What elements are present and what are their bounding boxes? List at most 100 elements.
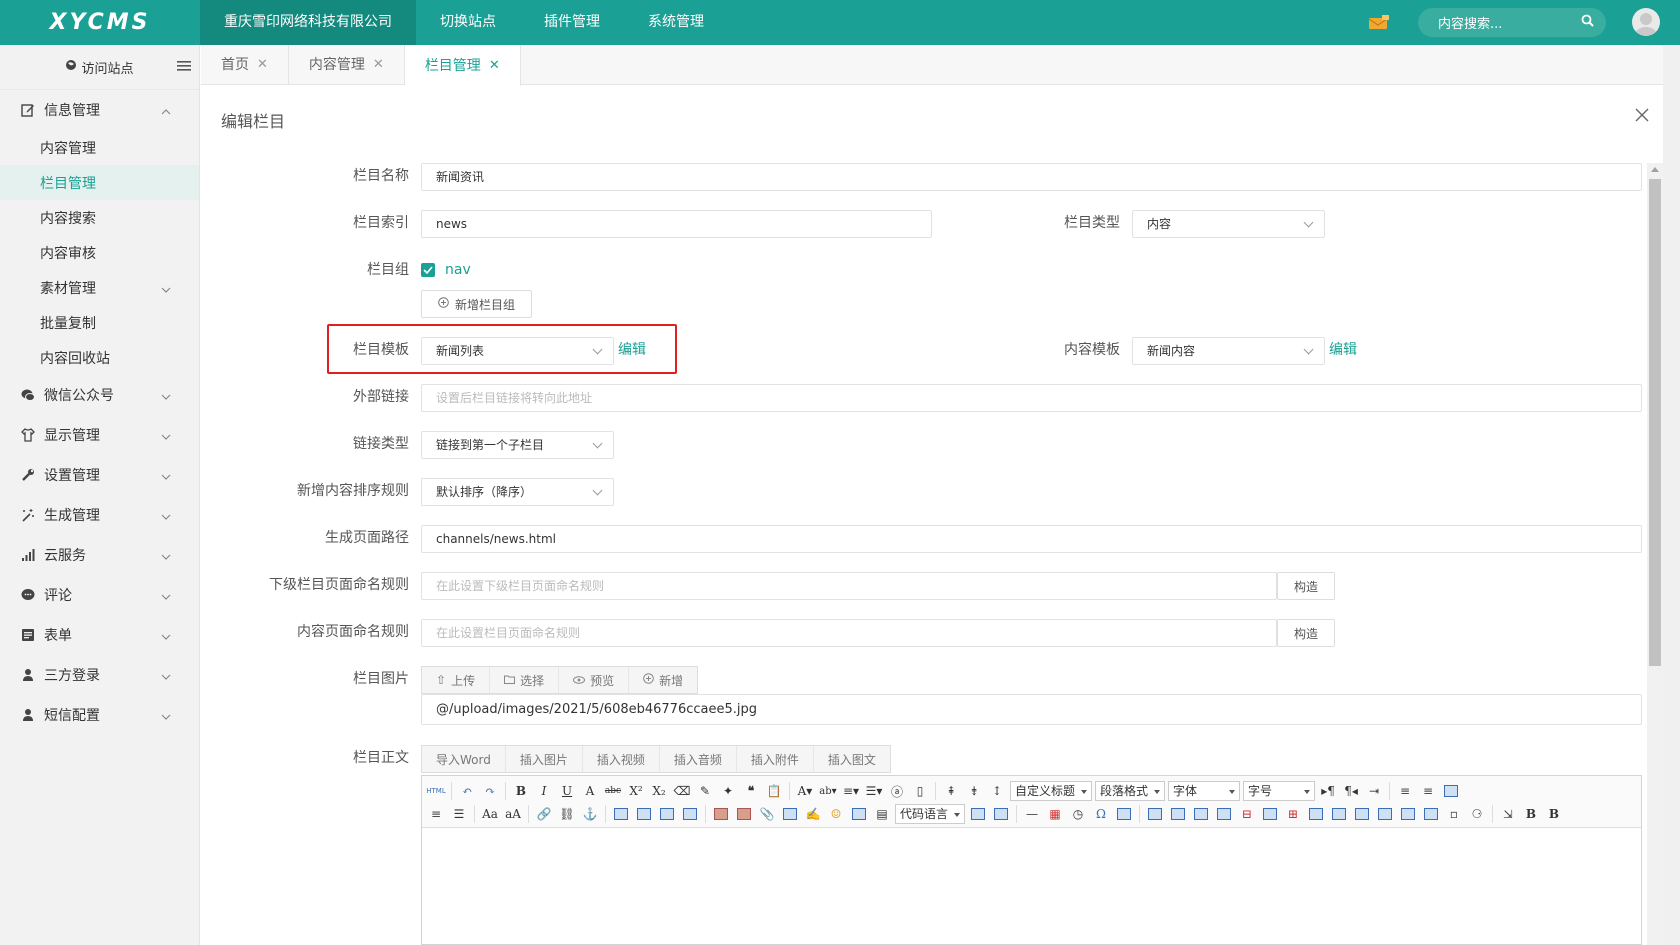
align-center-icon[interactable]: ≡ xyxy=(1418,781,1438,801)
html-source-button[interactable]: HTML xyxy=(426,781,446,801)
italic-icon[interactable]: I xyxy=(534,781,554,801)
scrawl-icon[interactable]: ✍ xyxy=(803,804,823,824)
row-spacing-top-icon[interactable]: ⇞ xyxy=(941,781,961,801)
merge-cells-icon[interactable] xyxy=(1306,804,1326,824)
type-select[interactable]: 内容 xyxy=(1132,210,1325,238)
top-nav-plugins[interactable]: 插件管理 xyxy=(520,0,624,45)
sidebar-group-oauth[interactable]: 三方登录 xyxy=(0,655,199,695)
sidebar-item-review[interactable]: 内容审核 xyxy=(0,235,199,270)
page-scrollbar[interactable] xyxy=(1663,45,1680,945)
add-group-button[interactable]: 新增栏目组 xyxy=(421,290,532,318)
row-spacing-bottom-icon[interactable]: ⇟ xyxy=(964,781,984,801)
split-cells-icon[interactable] xyxy=(1375,804,1395,824)
import-word-button[interactable]: 导入Word xyxy=(422,746,506,772)
superscript-icon[interactable]: X² xyxy=(626,781,646,801)
merge-right-icon[interactable] xyxy=(1329,804,1349,824)
emotion-icon[interactable]: ☺ xyxy=(826,804,846,824)
message-icon[interactable] xyxy=(1368,14,1390,30)
link-icon[interactable]: 🔗 xyxy=(534,804,554,824)
simple-upload-icon[interactable] xyxy=(711,804,731,824)
insert-image-button[interactable]: 插入图片 xyxy=(506,746,583,772)
content-naming-input[interactable]: 在此设置栏目页面命名规则 xyxy=(421,619,1277,647)
add-image-button[interactable]: 新增 xyxy=(629,667,697,693)
image-path-input[interactable]: @/upload/images/2021/5/608eb46776ccaee5.… xyxy=(421,694,1642,725)
top-nav-system[interactable]: 系统管理 xyxy=(624,0,728,45)
content-template-edit-link[interactable]: 编辑 xyxy=(1329,340,1357,360)
sidebar-item-search[interactable]: 内容搜索 xyxy=(0,200,199,235)
sidebar-group-generate[interactable]: 生成管理 xyxy=(0,495,199,535)
panel-scrollbar[interactable] xyxy=(1647,163,1663,945)
sidebar-group-comments[interactable]: 评论 xyxy=(0,575,199,615)
delete-table-icon[interactable] xyxy=(1168,804,1188,824)
name-input[interactable]: 新闻资讯 xyxy=(421,163,1642,191)
attachment-icon[interactable]: 📎 xyxy=(757,804,777,824)
page-path-input[interactable]: channels/news.html xyxy=(421,525,1642,553)
anchor-icon[interactable]: ⚓ xyxy=(580,804,600,824)
format-brush-icon[interactable]: ✎ xyxy=(695,781,715,801)
date-icon[interactable]: ▦ xyxy=(1045,804,1065,824)
page-break-icon[interactable] xyxy=(968,804,988,824)
drafts-icon[interactable]: ⇲ xyxy=(1498,804,1518,824)
link-type-select[interactable]: 链接到第一个子栏目 xyxy=(421,431,614,459)
insert-attachment-button[interactable]: 插入附件 xyxy=(737,746,814,772)
sidebar-group-display[interactable]: 显示管理 xyxy=(0,415,199,455)
insert-image-icon[interactable] xyxy=(734,804,754,824)
delete-col-icon[interactable]: ⊞ xyxy=(1283,804,1303,824)
custom-title-select[interactable]: 自定义标题 xyxy=(1010,781,1093,801)
time-icon[interactable]: ◷ xyxy=(1068,804,1088,824)
align-justify-icon[interactable]: ☰ xyxy=(449,804,469,824)
insert-col-icon[interactable] xyxy=(1260,804,1280,824)
underline-icon[interactable]: U xyxy=(557,781,577,801)
insert-paragraph-icon[interactable] xyxy=(1191,804,1211,824)
uppercase-icon[interactable]: Aa xyxy=(480,804,500,824)
content-template-select[interactable]: 新闻内容 xyxy=(1132,337,1325,365)
merge-down-icon[interactable] xyxy=(1352,804,1372,824)
horizontal-rule-icon[interactable]: — xyxy=(1022,804,1042,824)
code-language-select[interactable]: 代码语言 xyxy=(895,804,965,824)
menu-toggle-icon[interactable] xyxy=(177,60,191,76)
sidebar-item-channel[interactable]: 栏目管理 xyxy=(0,165,199,200)
ordered-list-icon[interactable]: ≡▾ xyxy=(841,781,861,801)
sidebar-group-info[interactable]: 信息管理 xyxy=(0,90,199,130)
paste-text-icon[interactable]: 📋 xyxy=(764,781,784,801)
sidebar-group-forms[interactable]: 表单 xyxy=(0,615,199,655)
search-icon[interactable] xyxy=(1581,14,1594,31)
font-size-select[interactable]: 字号 xyxy=(1243,781,1316,801)
unordered-list-icon[interactable]: ☰▾ xyxy=(864,781,884,801)
font-family-select[interactable]: 字体 xyxy=(1168,781,1241,801)
avatar[interactable] xyxy=(1632,8,1660,36)
upload-button[interactable]: ⇧ 上传 xyxy=(422,667,491,693)
ltr-icon[interactable]: ▸¶ xyxy=(1318,781,1338,801)
sidebar-item-batch-copy[interactable]: 批量复制 xyxy=(0,305,199,340)
lowercase-icon[interactable]: aA xyxy=(503,804,523,824)
eraser-icon[interactable]: ⌫ xyxy=(672,781,692,801)
sort-rule-select[interactable]: 默认排序（降序） xyxy=(421,478,614,506)
sidebar-group-cloud[interactable]: 云服务 xyxy=(0,535,199,575)
index-input[interactable]: news xyxy=(421,210,932,238)
close-icon[interactable]: ✕ xyxy=(257,45,268,85)
template-icon[interactable] xyxy=(849,804,869,824)
sub-naming-build-button[interactable]: 构造 xyxy=(1277,572,1335,600)
content-naming-build-button[interactable]: 构造 xyxy=(1277,619,1335,647)
insert-audio-button[interactable]: 插入音频 xyxy=(660,746,737,772)
search-replace-icon[interactable] xyxy=(1114,804,1134,824)
insert-frame-icon[interactable] xyxy=(780,804,800,824)
subscript-icon[interactable]: X₂ xyxy=(649,781,669,801)
insert-video-button[interactable]: 插入视频 xyxy=(583,746,660,772)
clear-doc-icon[interactable]: ▯ xyxy=(910,781,930,801)
background-color-icon[interactable]: ab▾ xyxy=(818,781,838,801)
image-right-icon[interactable] xyxy=(657,804,677,824)
rtl-icon[interactable]: ¶◂ xyxy=(1341,781,1361,801)
tab-content[interactable]: 内容管理 ✕ xyxy=(289,45,405,85)
search-box[interactable]: 内容搜索... xyxy=(1418,8,1606,37)
bold-alt2-icon[interactable]: B xyxy=(1544,804,1564,824)
top-nav-company[interactable]: 重庆雪印网络科技有限公司 xyxy=(200,0,416,45)
tab-home[interactable]: 首页 ✕ xyxy=(201,45,289,85)
scroll-thumb[interactable] xyxy=(1649,179,1661,666)
preview-button[interactable]: 预览 xyxy=(559,667,630,693)
bold-icon[interactable]: B xyxy=(511,781,531,801)
delete-row-icon[interactable]: ⊟ xyxy=(1237,804,1257,824)
top-nav-switch-site[interactable]: 切换站点 xyxy=(416,0,520,45)
font-border-icon[interactable]: A xyxy=(580,781,600,801)
strikethrough-icon[interactable]: abc xyxy=(603,781,623,801)
